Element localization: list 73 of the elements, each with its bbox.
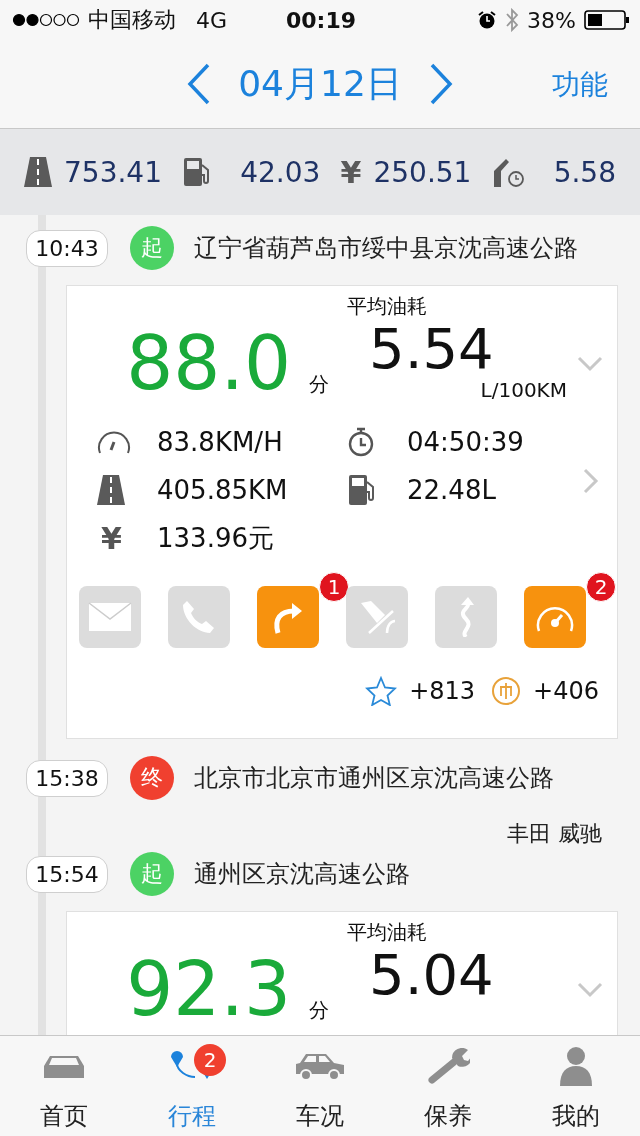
wrench-icon <box>426 1048 470 1084</box>
action-button[interactable] <box>435 586 497 648</box>
address: 北京市北京市通州区京沈高速公路 <box>194 763 554 794</box>
consumption-label: 平均油耗 <box>347 920 428 944</box>
score-unit: 分 <box>309 371 329 398</box>
time-pill: 15:38 <box>26 759 108 797</box>
coins-value: +406 <box>533 677 599 705</box>
envelope-icon <box>88 602 132 632</box>
tab[interactable]: 车况 <box>294 1036 346 1136</box>
action-button[interactable] <box>79 586 141 648</box>
action-button[interactable] <box>524 586 586 648</box>
battery-percent: 38% <box>527 7 576 33</box>
stat-value: 405.85KM <box>157 475 288 505</box>
stat-value: 04:50:39 <box>407 427 524 457</box>
speedometer-icon <box>97 429 131 455</box>
trip-card[interactable]: 88.0 分 平均油耗 5.54 L/100KM 83.8KM/H 04:50:39 405.85KM 22.48L ¥ 133.96元 1 2 +813 +406 <box>66 285 618 739</box>
fuel-pump-icon <box>347 474 377 506</box>
bluetooth-icon <box>505 8 520 32</box>
points-value: +813 <box>409 677 476 705</box>
star-icon <box>365 676 398 706</box>
summary-value: 753.41 <box>64 155 162 189</box>
tab[interactable]: 保养 <box>424 1036 472 1136</box>
action-button[interactable] <box>257 586 319 648</box>
car-model: 丰田 威驰 <box>507 820 602 848</box>
summary-value: 42.03 <box>240 155 321 189</box>
phone-icon <box>181 599 217 635</box>
time-pill: 15:54 <box>26 855 108 893</box>
score: 88.0 <box>126 326 291 400</box>
score: 92.3 <box>126 952 291 1026</box>
marker-badge: 起 <box>130 226 174 270</box>
tab[interactable]: 我的 <box>552 1036 600 1136</box>
person-icon <box>558 1046 594 1086</box>
consumption-value: 5.04 <box>369 944 495 1006</box>
date-title: 04月12日 <box>238 61 402 106</box>
address: 通州区京沈高速公路 <box>194 859 410 890</box>
car-icon <box>294 1052 346 1080</box>
consumption-value: 5.54 <box>369 318 495 380</box>
time-pill: 10:43 <box>26 229 108 267</box>
consumption-label: 平均油耗 <box>347 294 428 318</box>
count-badge: 2 <box>194 1044 226 1076</box>
network: 4G <box>196 7 228 33</box>
tab[interactable]: 首页 <box>40 1036 88 1136</box>
road-icon <box>97 475 125 505</box>
function-button[interactable]: 功能 <box>552 66 608 104</box>
count-badge: 2 <box>586 572 616 602</box>
stat-value: 83.8KM/H <box>157 427 283 457</box>
stat-value: 133.96元 <box>157 521 274 555</box>
marker-badge: 起 <box>130 852 174 896</box>
alarm-icon <box>477 10 498 30</box>
detail-chevron-icon[interactable] <box>583 468 599 494</box>
marker-badge: 终 <box>130 756 174 800</box>
summary-value: 250.51 <box>373 155 472 189</box>
stat-value: 22.48L <box>407 475 496 505</box>
clock: 00:19 <box>286 7 356 33</box>
battery-icon <box>584 9 630 31</box>
trip-card[interactable]: 92.3 分 平均油耗 5.04 <box>66 911 618 1035</box>
yen-symbol: ¥ <box>340 154 362 190</box>
count-badge: 1 <box>319 572 349 602</box>
coin-icon <box>491 676 522 706</box>
stopwatch-icon <box>347 426 375 458</box>
action-button[interactable] <box>346 586 408 648</box>
carrier: 中国移动 <box>88 6 176 34</box>
road-icon <box>24 157 52 187</box>
score-unit: 分 <box>309 997 329 1024</box>
expand-chevron-icon[interactable] <box>577 356 603 372</box>
signal-icon <box>12 13 80 27</box>
expand-chevron-icon[interactable] <box>577 982 603 998</box>
nozzle-clock-icon <box>491 157 526 187</box>
yen-symbol: ¥ <box>101 520 122 556</box>
summary-value: 5.58 <box>553 155 616 189</box>
action-button[interactable] <box>168 586 230 648</box>
address: 辽宁省葫芦岛市绥中县京沈高速公路 <box>194 233 578 264</box>
consumption-unit: L/100KM <box>480 377 567 402</box>
